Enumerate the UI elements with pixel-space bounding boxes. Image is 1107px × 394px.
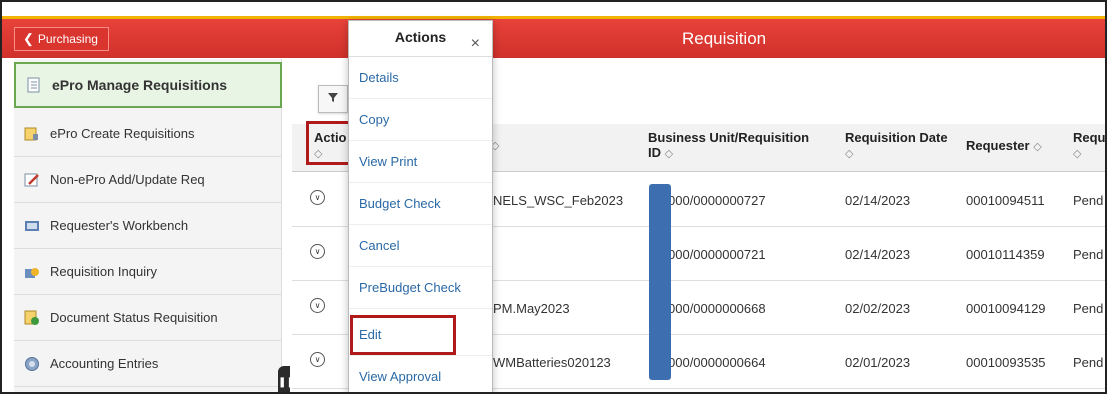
requisition-date: 02/01/2023: [845, 355, 911, 370]
sidebar-item-epro-create-requisitions[interactable]: ePro Create Requisitions: [14, 111, 282, 157]
col-header-requester[interactable]: Requester ◇: [966, 138, 1042, 155]
doc-check-icon: [24, 310, 40, 326]
redaction-bar: [649, 184, 671, 380]
sidebar-item-requesters-workbench[interactable]: Requester's Workbench: [14, 203, 282, 249]
list-doc-icon: [26, 77, 42, 93]
chevron-down-icon: ∨: [314, 355, 321, 364]
menu-item-budget-check[interactable]: Budget Check: [349, 183, 492, 225]
row-actions-button[interactable]: ∨: [310, 352, 325, 367]
bu-requisition-id[interactable]: 000/0000000727: [668, 193, 766, 208]
bu-requisition-id[interactable]: 000/0000000664: [668, 355, 766, 370]
requisition-status: Pend: [1073, 355, 1104, 370]
requester-id: 00010094129: [966, 301, 1046, 316]
col-header-bu-requisition[interactable]: Business Unit/Requisition ID ◇: [648, 130, 809, 162]
col-header-req-date-label: Requisition Date: [845, 130, 948, 145]
menu-item-view-print[interactable]: View Print: [349, 141, 492, 183]
row-actions-button[interactable]: ∨: [310, 298, 325, 313]
close-icon[interactable]: ×: [471, 28, 480, 60]
sidebar-item-epro-manage-requisitions[interactable]: ePro Manage Requisitions: [14, 62, 282, 108]
requisition-name: WMBatteries020123: [493, 355, 611, 370]
requisition-date: 02/02/2023: [845, 301, 911, 316]
row-actions-button[interactable]: ∨: [310, 244, 325, 259]
inquiry-icon: [24, 264, 40, 280]
menu-item-details[interactable]: Details: [349, 57, 492, 99]
menu-item-copy[interactable]: Copy: [349, 99, 492, 141]
col-header-status[interactable]: Requ ◇: [1073, 130, 1106, 162]
menu-item-prebudget-check[interactable]: PreBudget Check: [349, 267, 492, 309]
col-header-bu-req-line2: ID: [648, 145, 661, 160]
menu-item-view-approval[interactable]: View Approval: [349, 356, 492, 392]
actions-column-highlight: [306, 121, 354, 165]
filter-button[interactable]: [318, 85, 348, 113]
sidebar-item-non-epro-add-update[interactable]: Non-ePro Add/Update Req: [14, 157, 282, 203]
screenshot-frame: ❮ Purchasing Requisition ePro Manage Requ…: [0, 0, 1107, 394]
requisition-date: 02/14/2023: [845, 193, 911, 208]
edit-icon: [24, 172, 40, 188]
bu-requisition-id[interactable]: 000/0000000721: [668, 247, 766, 262]
page-title: Requisition: [682, 29, 767, 48]
page-header: ❮ Purchasing Requisition: [2, 16, 1105, 58]
sidebar-item-label: Requester's Workbench: [50, 218, 189, 233]
back-button-label: Purchasing: [37, 32, 98, 46]
sort-icon: ◇: [1033, 141, 1042, 153]
popup-title: Actions: [394, 29, 447, 45]
requisition-name: NELS_WSC_Feb2023: [493, 193, 624, 208]
sidebar-item-document-status-requisition[interactable]: Document Status Requisition: [14, 295, 282, 341]
chevron-down-icon: ∨: [314, 301, 321, 310]
sort-icon: ◇: [845, 148, 854, 160]
bu-requisition-id[interactable]: 000/0000000668: [668, 301, 766, 316]
chevron-down-icon: ∨: [314, 193, 321, 202]
requisition-date: 02/14/2023: [845, 247, 911, 262]
workbench-icon: [24, 218, 40, 234]
edit-item-highlight: [350, 315, 456, 355]
sort-icon: ◇: [1073, 148, 1082, 160]
sidebar-item-label: Document Status Requisition: [50, 310, 218, 325]
requisition-status: Pend: [1073, 301, 1104, 316]
chevron-down-icon: ∨: [314, 247, 321, 256]
row-actions-button[interactable]: ∨: [310, 190, 325, 205]
doc-pencil-icon: [24, 126, 40, 142]
sidebar-collapse-handle[interactable]: ❚❚: [278, 366, 295, 392]
sidebar-item-requisition-inquiry[interactable]: Requisition Inquiry: [14, 249, 282, 295]
requisition-status: Pend: [1073, 193, 1104, 208]
col-header-bu-req-line1: Business Unit/Requisition: [648, 130, 810, 145]
sidebar-item-label: ePro Create Requisitions: [50, 126, 195, 141]
accounting-icon: [24, 356, 40, 372]
sidebar-item-label: Non-ePro Add/Update Req: [50, 172, 205, 187]
col-header-requester-label: Requester: [966, 138, 1030, 153]
requester-id: 00010093535: [966, 355, 1046, 370]
popup-header: Actions ×: [349, 21, 492, 57]
sidebar-item-label: Requisition Inquiry: [50, 264, 157, 279]
sidebar: ePro Manage Requisitions ePro Create Req…: [14, 59, 282, 392]
menu-item-cancel[interactable]: Cancel: [349, 225, 492, 267]
filter-icon: [327, 90, 339, 108]
requisition-name: PM.May2023: [493, 301, 570, 316]
sidebar-item-label: ePro Manage Requisitions: [52, 77, 228, 93]
sidebar-item-accounting-entries[interactable]: Accounting Entries: [14, 341, 282, 387]
requester-id: 00010094511: [966, 193, 1045, 208]
chevron-left-icon: ❮: [23, 31, 34, 46]
back-to-purchasing-button[interactable]: ❮ Purchasing: [14, 27, 109, 51]
requisition-status: Pend: [1073, 247, 1104, 262]
sidebar-item-label: Accounting Entries: [50, 356, 159, 371]
sort-icon: ◇: [664, 148, 674, 160]
col-header-requisition-date[interactable]: Requisition Date ◇: [845, 130, 948, 162]
col-header-status-label: Requ: [1073, 130, 1106, 145]
requester-id: 00010114359: [966, 247, 1045, 262]
